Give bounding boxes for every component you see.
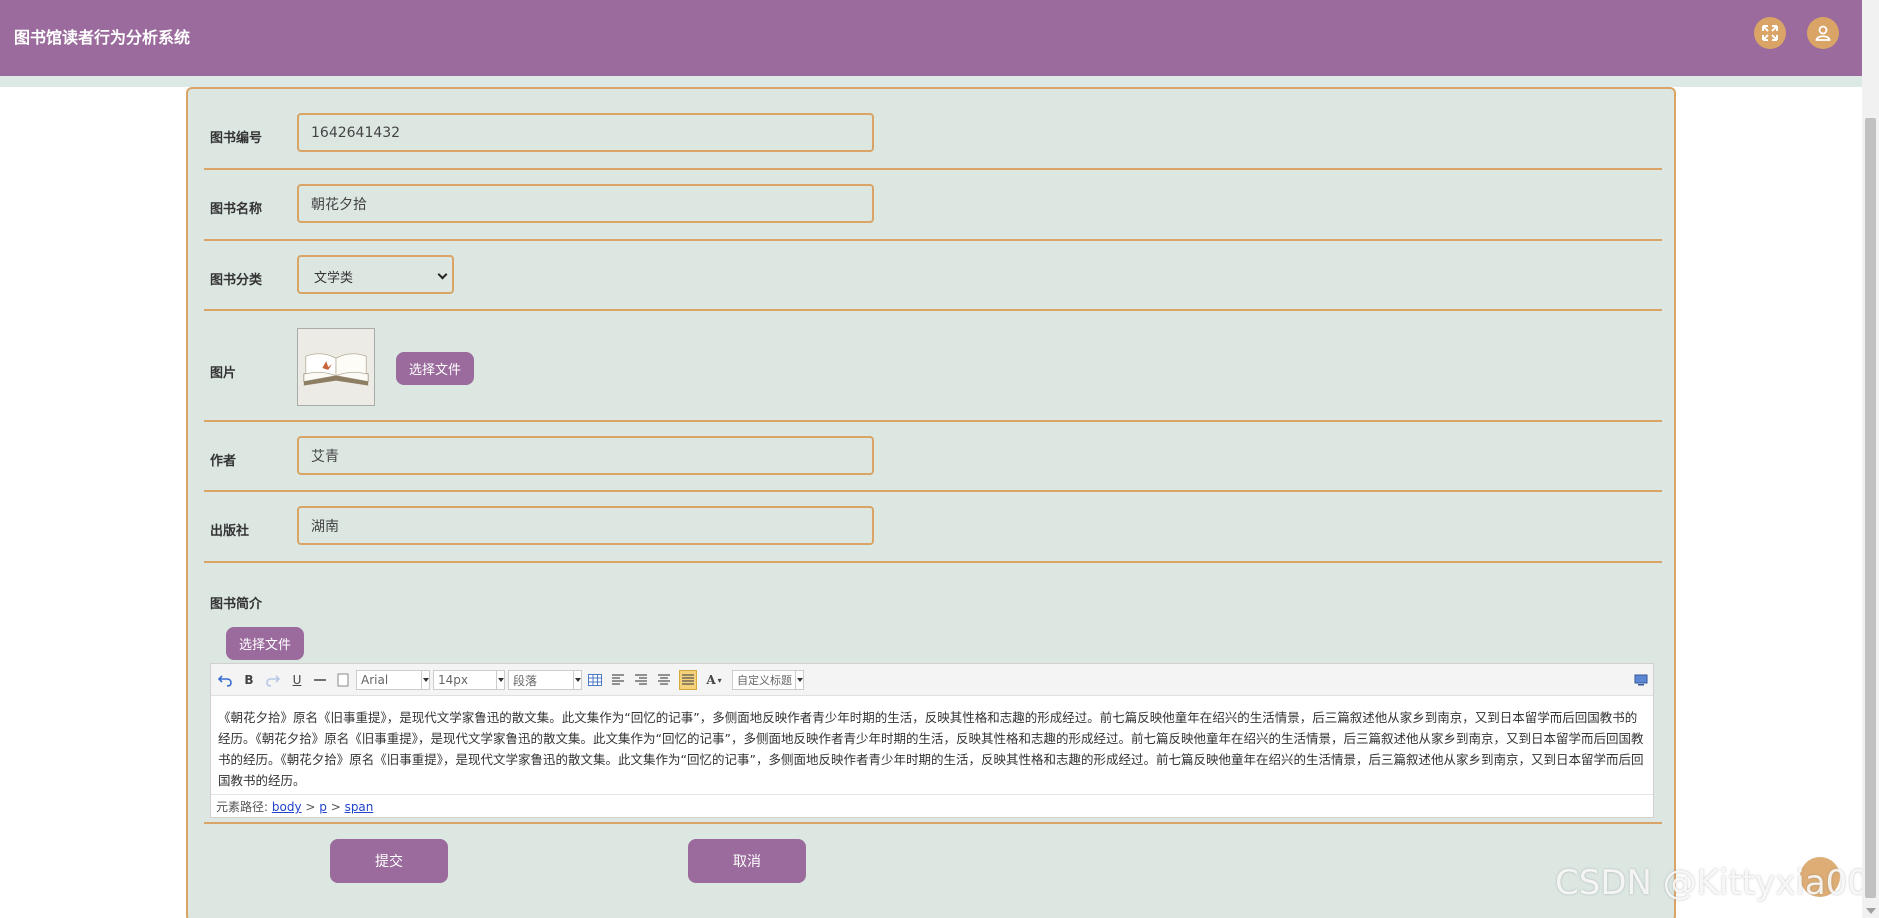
- preview-button[interactable]: [1633, 670, 1649, 690]
- horizontal-rule-button[interactable]: [312, 670, 328, 690]
- scroll-down-icon[interactable]: [1866, 908, 1876, 914]
- paragraph-value: 段落: [513, 673, 538, 688]
- rich-text-editor: B U Arial 14px 段落 A ▾ 自定义标题 《朝花夕拾》原名《旧事重…: [210, 663, 1654, 818]
- category-label: 图书分类: [210, 273, 263, 288]
- path-link-span[interactable]: span: [345, 800, 374, 814]
- chevron-down-icon: [437, 269, 448, 280]
- choose-file-button[interactable]: 选择文件: [226, 627, 304, 660]
- author-input[interactable]: [297, 436, 874, 475]
- font-size-value: 14px: [438, 673, 468, 687]
- font-color-button[interactable]: A ▾: [702, 670, 726, 690]
- user-button[interactable]: [1807, 17, 1839, 49]
- app-title: 图书馆读者行为分析系统: [14, 28, 191, 47]
- submit-button[interactable]: 提交: [330, 839, 448, 883]
- element-path-label: 元素路径:: [216, 800, 269, 814]
- book-name-label: 图书名称: [210, 202, 263, 217]
- row-author: 作者: [204, 422, 1662, 492]
- underline-button[interactable]: U: [289, 670, 305, 690]
- undo-button[interactable]: [217, 670, 233, 690]
- book-edit-form: 图书编号 图书名称 图书分类 文学类 图片 选择文件 作者: [186, 87, 1676, 918]
- align-right-button[interactable]: [633, 670, 649, 690]
- paragraph-select[interactable]: 段落: [508, 670, 582, 690]
- book-id-label: 图书编号: [210, 131, 263, 146]
- publisher-input[interactable]: [297, 506, 874, 545]
- choose-image-button[interactable]: 选择文件: [396, 352, 474, 385]
- document-icon: [337, 673, 349, 687]
- category-value: 文学类: [314, 271, 354, 286]
- align-justify-button[interactable]: [679, 670, 697, 690]
- editor-content[interactable]: 《朝花夕拾》原名《旧事重提》，是现代文学家鲁迅的散文集。此文集作为“回忆的记事”…: [211, 696, 1653, 794]
- align-left-button[interactable]: [610, 670, 626, 690]
- editor-toolbar: B U Arial 14px 段落 A ▾ 自定义标题: [211, 664, 1653, 696]
- chevron-down-icon: ▾: [717, 675, 722, 685]
- watermark: CSDN @Kittyxia001: [1555, 863, 1879, 903]
- publisher-label: 出版社: [210, 524, 250, 539]
- align-center-button[interactable]: [656, 670, 672, 690]
- font-family-value: Arial: [361, 673, 389, 687]
- book-cover-image: [297, 328, 375, 406]
- align-left-icon: [612, 674, 624, 685]
- element-path-bar: 元素路径: body > p > span: [211, 794, 1653, 816]
- top-bar: 图书馆读者行为分析系统: [0, 0, 1862, 76]
- redo-button[interactable]: [265, 670, 281, 690]
- row-book-id: 图书编号: [204, 99, 1662, 170]
- font-size-select[interactable]: 14px: [433, 670, 505, 690]
- page-scrollbar[interactable]: [1862, 0, 1879, 918]
- row-intro: 图书简介 选择文件 B U Arial 14px 段落 A ▾ 自定义标题 《朝…: [204, 563, 1662, 824]
- chevron-down-icon: [496, 671, 504, 689]
- path-link-body[interactable]: body: [272, 800, 302, 814]
- align-justify-icon: [682, 674, 694, 685]
- scrollbar-thumb[interactable]: [1865, 118, 1876, 898]
- table-icon: [588, 674, 602, 686]
- row-image: 图片 选择文件: [204, 311, 1662, 422]
- bold-button[interactable]: B: [241, 670, 257, 690]
- align-right-icon: [635, 674, 647, 685]
- heading-select[interactable]: 自定义标题: [732, 670, 804, 690]
- insert-table-button[interactable]: [587, 670, 603, 690]
- author-label: 作者: [210, 454, 237, 469]
- font-family-select[interactable]: Arial: [356, 670, 430, 690]
- horizontal-rule-icon: [314, 679, 326, 681]
- redo-icon: [266, 675, 280, 687]
- document-button[interactable]: [335, 670, 351, 690]
- fullscreen-button[interactable]: [1754, 17, 1786, 49]
- undo-icon: [218, 675, 232, 687]
- user-icon: [1815, 25, 1831, 41]
- chevron-down-icon: [573, 671, 581, 689]
- align-center-icon: [658, 674, 670, 685]
- book-id-input[interactable]: [297, 113, 874, 152]
- expand-arrows-icon: [1762, 25, 1778, 41]
- path-link-p[interactable]: p: [319, 800, 327, 814]
- intro-label: 图书简介: [210, 597, 263, 612]
- image-label: 图片: [210, 366, 237, 381]
- row-book-name: 图书名称: [204, 170, 1662, 241]
- cancel-button[interactable]: 取消: [688, 839, 806, 883]
- chevron-down-icon: [421, 671, 429, 689]
- row-publisher: 出版社: [204, 492, 1662, 563]
- book-name-input[interactable]: [297, 184, 874, 223]
- header-strip: [0, 76, 1862, 87]
- monitor-icon: [1634, 674, 1648, 686]
- category-select[interactable]: 文学类: [297, 255, 454, 294]
- row-category: 图书分类 文学类: [204, 241, 1662, 311]
- chevron-down-icon: [795, 671, 803, 689]
- heading-value: 自定义标题: [737, 674, 792, 687]
